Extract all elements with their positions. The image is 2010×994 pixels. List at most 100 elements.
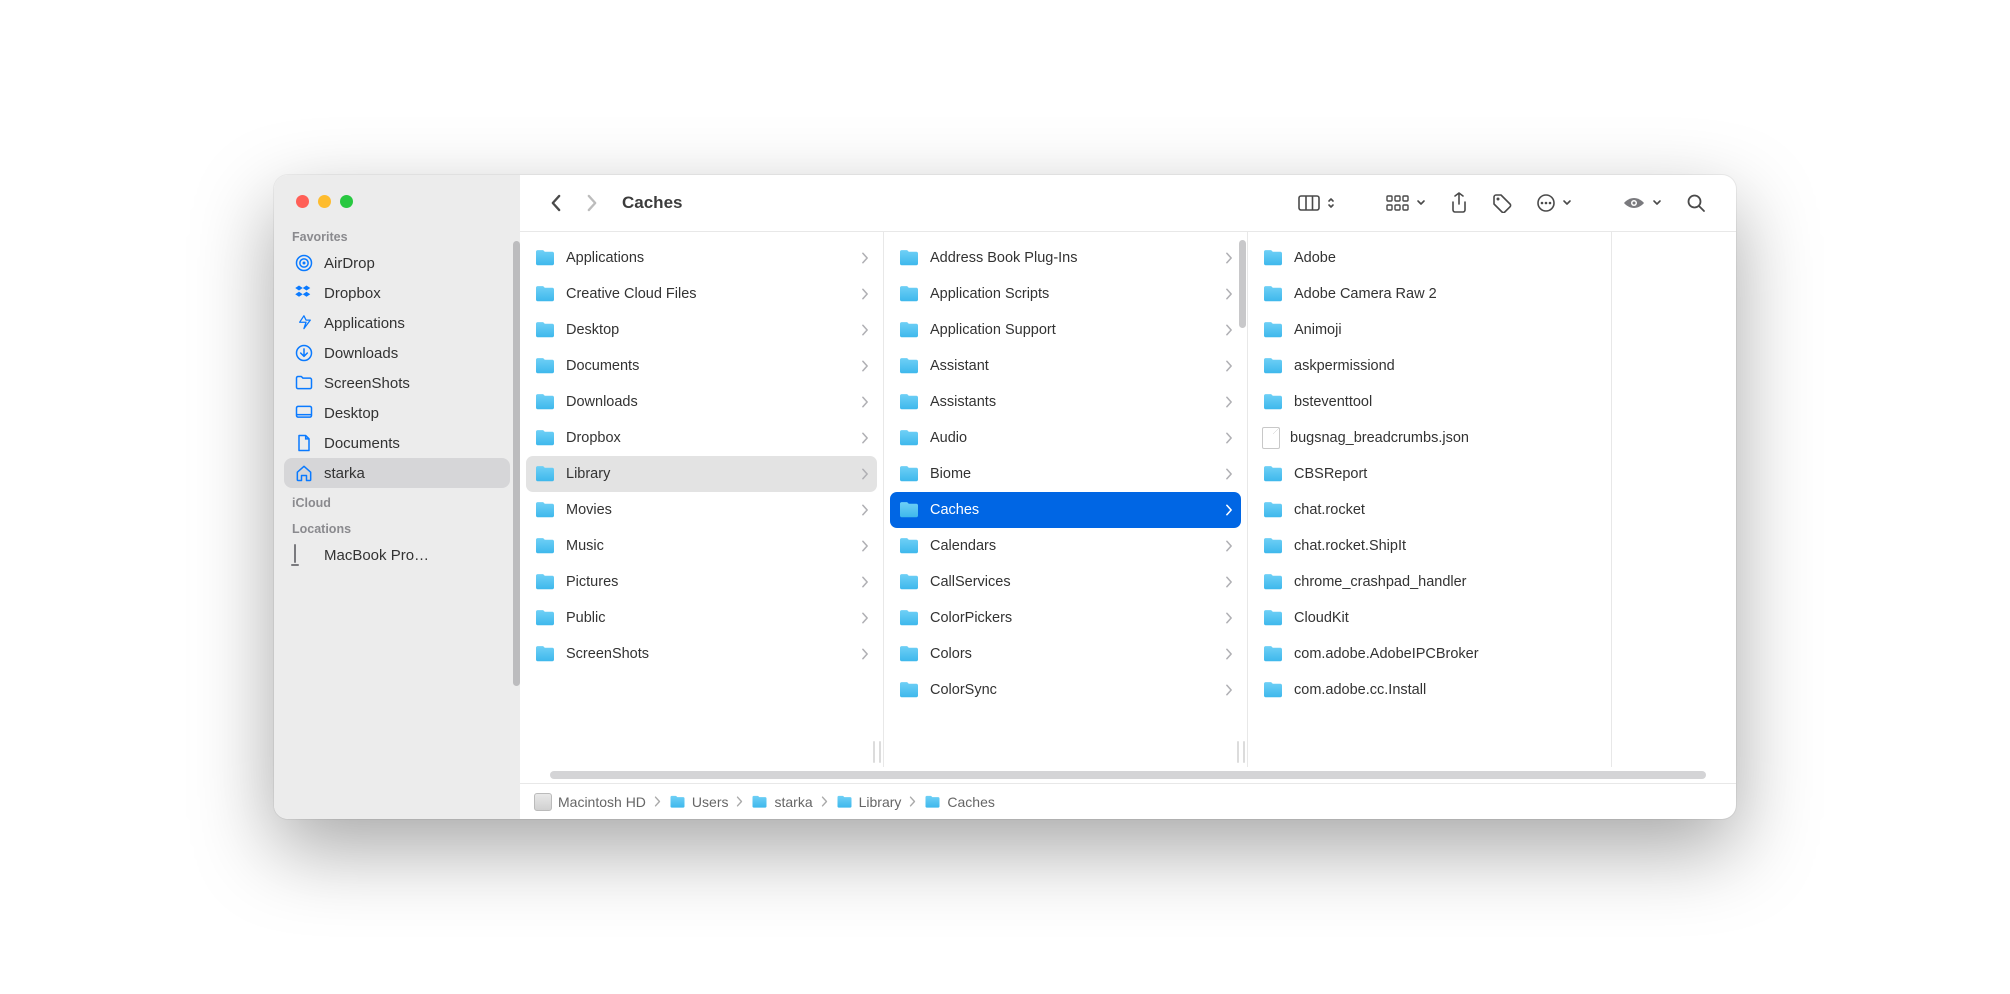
list-item[interactable]: Calendars (890, 528, 1241, 564)
sidebar-item-screenshots[interactable]: ScreenShots (284, 368, 510, 398)
folder-icon (534, 465, 556, 483)
column-0: ApplicationsCreative Cloud FilesDesktopD… (520, 232, 884, 767)
list-item[interactable]: com.adobe.cc.Install (1254, 672, 1605, 708)
search-button[interactable] (1676, 188, 1716, 218)
list-item[interactable]: CBSReport (1254, 456, 1605, 492)
sidebar-item-starka[interactable]: starka (284, 458, 510, 488)
path-segment[interactable]: Library (836, 794, 902, 810)
sidebar-item-desktop[interactable]: Desktop (284, 398, 510, 428)
item-label: Adobe Camera Raw 2 (1294, 286, 1597, 302)
view-columns-button[interactable] (1288, 188, 1346, 218)
sidebar-item-applications[interactable]: Applications (284, 308, 510, 338)
item-label: bugsnag_breadcrumbs.json (1290, 430, 1597, 446)
minimize-button[interactable] (318, 195, 331, 208)
folder-icon (1262, 249, 1284, 267)
item-label: Application Support (930, 322, 1215, 338)
column-resize-handle[interactable] (1237, 741, 1245, 763)
sidebar-item-macbook-pro-[interactable]: MacBook Pro… (284, 540, 510, 570)
path-segment[interactable]: starka (751, 794, 812, 810)
list-item[interactable]: Dropbox (526, 420, 877, 456)
sidebar-item-documents[interactable]: Documents (284, 428, 510, 458)
list-item[interactable]: CloudKit (1254, 600, 1605, 636)
item-label: Dropbox (566, 430, 851, 446)
tags-button[interactable] (1482, 188, 1522, 218)
sidebar-item-airdrop[interactable]: AirDrop (284, 248, 510, 278)
close-button[interactable] (296, 195, 309, 208)
list-item[interactable]: Biome (890, 456, 1241, 492)
folder-icon (1262, 393, 1284, 411)
list-item[interactable]: Application Scripts (890, 276, 1241, 312)
sidebar-scrollbar[interactable] (513, 241, 520, 759)
item-label: Biome (930, 466, 1215, 482)
item-label: Music (566, 538, 851, 554)
path-label: starka (774, 794, 812, 810)
list-item[interactable]: Documents (526, 348, 877, 384)
column-resize-handle[interactable] (873, 741, 881, 763)
list-item[interactable]: Music (526, 528, 877, 564)
chevron-right-icon (861, 432, 869, 444)
list-item[interactable]: Adobe (1254, 240, 1605, 276)
preview-button[interactable] (1612, 188, 1672, 218)
item-label: Creative Cloud Files (566, 286, 851, 302)
list-item[interactable]: Movies (526, 492, 877, 528)
share-button[interactable] (1440, 188, 1478, 218)
list-item[interactable]: Assistants (890, 384, 1241, 420)
folder-icon (898, 537, 920, 555)
item-label: chrome_crashpad_handler (1294, 574, 1597, 590)
list-item[interactable]: Library (526, 456, 877, 492)
chevron-right-icon (1225, 576, 1233, 588)
chevron-right-icon (1225, 612, 1233, 624)
path-segment[interactable]: Caches (924, 794, 994, 810)
item-label: Caches (930, 502, 1215, 518)
list-item[interactable]: Colors (890, 636, 1241, 672)
list-item[interactable]: chat.rocket (1254, 492, 1605, 528)
desktop-icon (294, 403, 314, 423)
list-item[interactable]: ScreenShots (526, 636, 877, 672)
path-segment[interactable]: Macintosh HD (534, 793, 646, 811)
list-item[interactable]: Creative Cloud Files (526, 276, 877, 312)
sidebar-item-dropbox[interactable]: Dropbox (284, 278, 510, 308)
list-item[interactable]: Public (526, 600, 877, 636)
forward-button[interactable] (576, 188, 608, 218)
folder-icon (534, 537, 556, 555)
list-item[interactable]: Applications (526, 240, 877, 276)
column-scrollbar[interactable] (1239, 240, 1246, 328)
list-item[interactable]: Animoji (1254, 312, 1605, 348)
folder-icon (1262, 501, 1284, 519)
group-button[interactable] (1376, 188, 1436, 218)
list-item[interactable]: chat.rocket.ShipIt (1254, 528, 1605, 564)
list-item[interactable]: askpermissiond (1254, 348, 1605, 384)
zoom-button[interactable] (340, 195, 353, 208)
chevron-right-icon (1225, 360, 1233, 372)
sidebar-item-downloads[interactable]: Downloads (284, 338, 510, 368)
list-item[interactable]: Application Support (890, 312, 1241, 348)
list-item[interactable]: ColorPickers (890, 600, 1241, 636)
more-button[interactable] (1526, 188, 1582, 218)
toolbar: Caches (520, 175, 1736, 231)
list-item[interactable]: Audio (890, 420, 1241, 456)
item-label: CloudKit (1294, 610, 1597, 626)
list-item[interactable]: CallServices (890, 564, 1241, 600)
list-item[interactable]: ColorSync (890, 672, 1241, 708)
list-item[interactable]: Caches (890, 492, 1241, 528)
list-item[interactable]: com.adobe.AdobeIPCBroker (1254, 636, 1605, 672)
folder-icon (1262, 321, 1284, 339)
list-item[interactable]: Pictures (526, 564, 877, 600)
sidebar-item-label: ScreenShots (324, 375, 410, 392)
sidebar-section-header: Favorites (284, 222, 510, 248)
list-item[interactable]: Downloads (526, 384, 877, 420)
back-button[interactable] (540, 188, 572, 218)
list-item[interactable]: Desktop (526, 312, 877, 348)
folder-icon (898, 681, 920, 699)
list-item[interactable]: Address Book Plug-Ins (890, 240, 1241, 276)
list-item[interactable]: Adobe Camera Raw 2 (1254, 276, 1605, 312)
path-segment[interactable]: Users (669, 794, 729, 810)
folder-icon (1262, 465, 1284, 483)
column-1: Address Book Plug-InsApplication Scripts… (884, 232, 1248, 767)
chevron-right-icon (861, 540, 869, 552)
list-item[interactable]: Assistant (890, 348, 1241, 384)
horizontal-scrollbar[interactable] (520, 767, 1736, 783)
list-item[interactable]: bsteventtool (1254, 384, 1605, 420)
list-item[interactable]: chrome_crashpad_handler (1254, 564, 1605, 600)
list-item[interactable]: bugsnag_breadcrumbs.json (1254, 420, 1605, 456)
